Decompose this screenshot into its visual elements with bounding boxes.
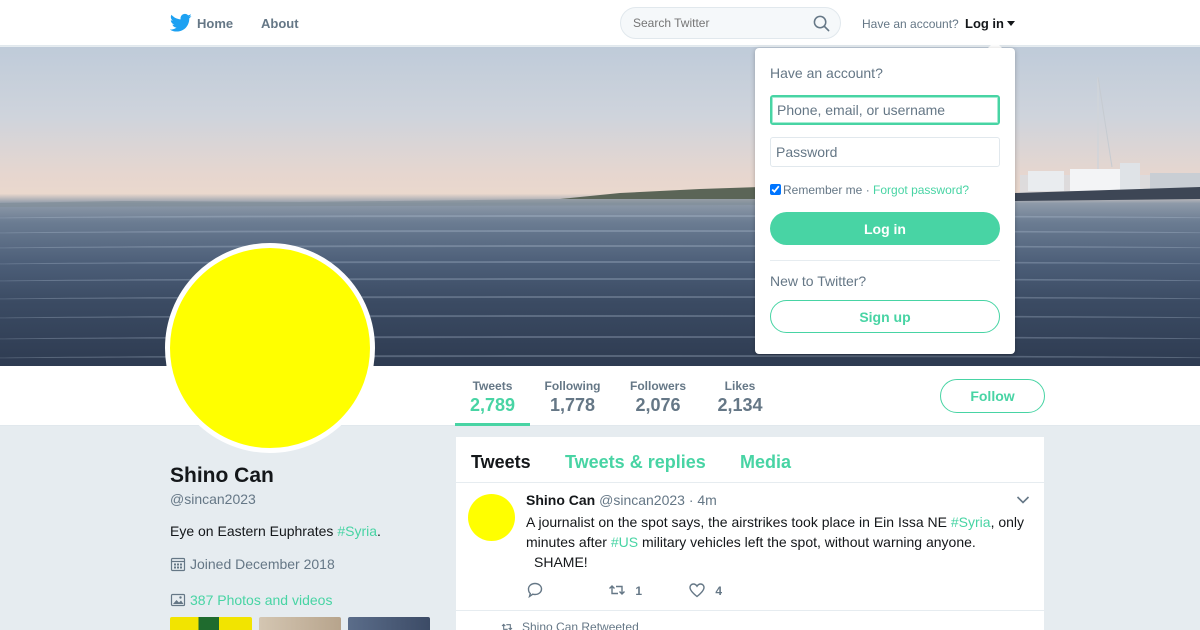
chevron-down-icon[interactable] — [1016, 495, 1030, 505]
tab-tweets-replies[interactable]: Tweets & replies — [565, 452, 706, 473]
remember-row: Remember me · Forgot password? — [770, 183, 969, 197]
media-thumbnail[interactable] — [259, 617, 341, 630]
joined-date-text: Joined December 2018 — [190, 556, 335, 572]
tweet-timestamp[interactable]: · 4m — [689, 492, 717, 508]
tweet-avatar[interactable] — [468, 494, 515, 541]
stat-tweets-value: 2,789 — [469, 395, 516, 415]
tweet-text: A journalist on the spot says, the airst… — [526, 512, 1036, 572]
tweet-item[interactable]: Shino Can @sincan2023 · 4m A journalist … — [456, 483, 1044, 611]
heart-icon — [689, 583, 705, 598]
hashtag-link[interactable]: #US — [611, 534, 638, 550]
profile-avatar[interactable] — [165, 243, 375, 453]
twitter-bird-icon[interactable] — [170, 13, 192, 33]
follow-button[interactable]: Follow — [940, 379, 1045, 413]
password-field[interactable] — [770, 137, 1000, 167]
profile-bio: Eye on Eastern Euphrates #Syria. — [170, 523, 381, 539]
reply-icon — [527, 582, 543, 599]
search-box[interactable] — [620, 7, 841, 39]
nav-home-link[interactable]: Home — [197, 16, 233, 31]
new-to-twitter-text: New to Twitter? — [770, 273, 867, 289]
caret-down-icon — [1007, 21, 1015, 26]
retweet-count: 1 — [635, 584, 643, 598]
bio-hashtag-link[interactable]: #Syria — [337, 523, 377, 539]
top-navigation-bar: Home About Have an account? Log in — [0, 0, 1200, 46]
hashtag-link[interactable]: #Syria — [951, 514, 991, 530]
remember-me-label[interactable]: Remember me — [783, 183, 862, 197]
search-icon[interactable] — [813, 15, 830, 32]
stat-following[interactable]: Following 1,778 — [540, 366, 605, 426]
username-field[interactable] — [770, 95, 1000, 125]
retweeted-context: Shino Can Retweeted — [500, 620, 639, 630]
timeline: Tweets Tweets & replies Media Shino Can … — [456, 437, 1044, 630]
calendar-icon — [170, 557, 186, 572]
stat-tweets[interactable]: Tweets 2,789 — [455, 366, 530, 426]
tweet-author-name[interactable]: Shino Can — [526, 492, 595, 508]
stat-following-value: 1,778 — [549, 395, 596, 415]
reply-action[interactable] — [526, 581, 544, 599]
login-link-label: Log in — [965, 16, 1004, 31]
water-ripple — [0, 245, 1200, 253]
tweet-text-part: military vehicles left the spot, without… — [638, 534, 976, 550]
media-thumbnail[interactable] — [348, 617, 430, 630]
tab-tweets[interactable]: Tweets — [471, 452, 531, 473]
stat-following-label: Following — [544, 379, 601, 393]
stat-likes-value: 2,134 — [717, 395, 763, 415]
stat-followers[interactable]: Followers 2,076 — [625, 366, 691, 426]
dropdown-title: Have an account? — [770, 65, 883, 81]
retweet-icon — [609, 585, 625, 595]
profile-handle[interactable]: @sincan2023 — [170, 491, 256, 507]
login-dropdown-toggle[interactable]: Log in — [965, 16, 1015, 31]
stat-followers-value: 2,076 — [635, 395, 681, 415]
have-account-text: Have an account? — [862, 17, 959, 31]
water-ripple — [0, 278, 1200, 286]
like-count: 4 — [715, 584, 723, 598]
retweeted-label[interactable]: Shino Can Retweeted — [522, 620, 639, 630]
water-ripple — [0, 230, 1200, 238]
stat-tweets-label: Tweets — [472, 379, 513, 393]
tweet-header: Shino Can @sincan2023 · 4m — [526, 492, 717, 508]
login-button[interactable]: Log in — [770, 212, 1000, 245]
retweet-action[interactable]: 1 — [608, 581, 642, 599]
image-icon — [170, 593, 186, 607]
photos-videos-label: 387 Photos and videos — [190, 592, 333, 608]
tweet-text-part: SHAME! — [534, 554, 588, 570]
tweet-author-handle[interactable]: @sincan2023 — [599, 492, 685, 508]
stat-likes-label: Likes — [724, 379, 756, 393]
tweet-text-part: A journalist on the spot says, the airst… — [526, 514, 951, 530]
timeline-tabs: Tweets Tweets & replies Media — [456, 437, 1044, 483]
media-thumbnail[interactable] — [170, 617, 252, 630]
signup-button[interactable]: Sign up — [770, 300, 1000, 333]
retweet-icon — [501, 623, 513, 630]
bio-end: . — [377, 523, 381, 539]
photos-videos-link[interactable]: 387 Photos and videos — [170, 592, 332, 608]
profile-joined: Joined December 2018 — [170, 556, 335, 572]
search-input[interactable] — [633, 15, 803, 31]
nav-about-link[interactable]: About — [261, 16, 299, 31]
remember-separator: · — [865, 183, 870, 197]
login-dropdown: Have an account? Remember me · Forgot pa… — [755, 48, 1015, 354]
bio-text: Eye on Eastern Euphrates — [170, 523, 338, 539]
water-ripple — [0, 261, 1200, 269]
like-action[interactable]: 4 — [688, 581, 722, 599]
remember-me-checkbox[interactable] — [770, 184, 781, 195]
divider — [770, 260, 1000, 261]
stat-likes[interactable]: Likes 2,134 — [710, 366, 770, 426]
water-ripple — [0, 215, 1200, 223]
forgot-password-link[interactable]: Forgot password? — [873, 183, 969, 197]
profile-name[interactable]: Shino Can — [170, 464, 274, 488]
tab-media[interactable]: Media — [740, 452, 791, 473]
stat-followers-label: Followers — [629, 379, 686, 393]
